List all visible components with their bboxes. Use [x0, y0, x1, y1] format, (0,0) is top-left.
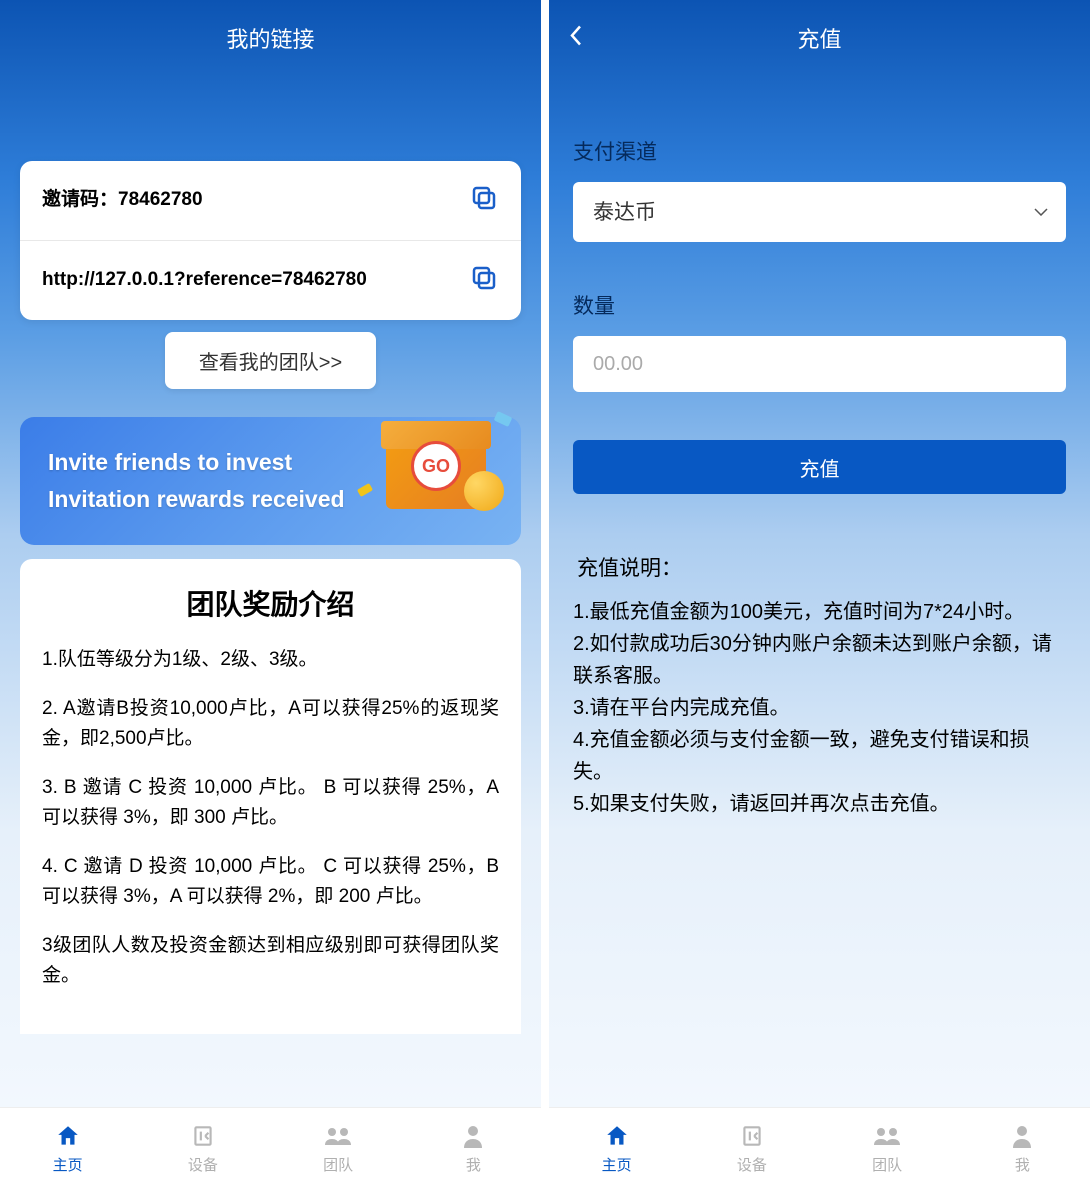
reward-item: 4. C 邀请 D 投资 10,000 卢比。 C 可以获得 25%，B 可以获…	[42, 852, 499, 911]
tabbar: 主页 设备 团队 我	[0, 1107, 541, 1189]
invite-code-text: 邀请码：78462780	[42, 186, 203, 215]
tab-device[interactable]: 设备	[684, 1108, 819, 1189]
team-icon	[323, 1122, 353, 1150]
user-icon	[1011, 1122, 1033, 1150]
device-icon	[190, 1122, 216, 1150]
banner-text: Invite friends to invest Invitation rewa…	[48, 444, 345, 518]
copy-icon[interactable]	[469, 183, 499, 218]
view-team-button[interactable]: 查看我的团队>>	[165, 332, 376, 389]
invite-url-text: http://127.0.0.1?reference=78462780	[42, 266, 367, 295]
channel-select[interactable]: 泰达币	[573, 182, 1066, 242]
screen-my-link: 我的链接 邀请码：78462780 http://127.0.0.1?refer…	[0, 0, 541, 1189]
tab-home[interactable]: 主页	[0, 1108, 135, 1189]
desc-text: 1.最低充值金额为100美元，充值时间为7*24小时。 2.如付款成功后30分钟…	[573, 596, 1066, 820]
home-icon	[55, 1122, 81, 1150]
reward-card: 团队奖励介绍 1.队伍等级分为1级、2级、3级。 2. A邀请B投资10,000…	[20, 559, 521, 1034]
desc-title: 充值说明：	[573, 552, 1066, 582]
copy-icon[interactable]	[469, 263, 499, 298]
coin-icon	[464, 471, 504, 511]
reward-title: 团队奖励介绍	[42, 583, 499, 623]
invite-banner[interactable]: Invite friends to invest Invitation rewa…	[20, 417, 521, 545]
amount-label: 数量	[573, 290, 1066, 320]
invite-code-row: 邀请码：78462780	[20, 161, 521, 240]
channel-label: 支付渠道	[573, 136, 1066, 166]
tabbar: 主页 设备 团队 我	[549, 1107, 1090, 1189]
invite-url-row: http://127.0.0.1?reference=78462780	[20, 240, 521, 320]
header: 充值	[549, 0, 1090, 76]
tab-team[interactable]: 团队	[271, 1108, 406, 1189]
header: 我的链接	[0, 0, 541, 76]
tab-home[interactable]: 主页	[549, 1108, 684, 1189]
reward-item: 3级团队人数及投资金额达到相应级别即可获得团队奖金。	[42, 931, 499, 990]
screen-recharge: 充值 支付渠道 泰达币 数量 充值 充值说明： 1.最低充值金额为100美元，充…	[549, 0, 1090, 1189]
team-icon	[872, 1122, 902, 1150]
gift-icon: GO	[376, 399, 496, 519]
tab-device[interactable]: 设备	[135, 1108, 270, 1189]
device-icon	[739, 1122, 765, 1150]
user-icon	[462, 1122, 484, 1150]
reward-item: 3. B 邀请 C 投资 10,000 卢比。 B 可以获得 25%，A 可以获…	[42, 773, 499, 832]
tab-me[interactable]: 我	[406, 1108, 541, 1189]
tab-team[interactable]: 团队	[820, 1108, 955, 1189]
invite-card: 邀请码：78462780 http://127.0.0.1?reference=…	[20, 161, 521, 320]
go-badge: GO	[411, 441, 461, 491]
recharge-button[interactable]: 充值	[573, 440, 1066, 494]
tab-me[interactable]: 我	[955, 1108, 1090, 1189]
back-button[interactable]	[569, 23, 583, 54]
home-icon	[604, 1122, 630, 1150]
reward-item: 2. A邀请B投资10,000卢比，A可以获得25%的返现奖金，即2,500卢比…	[42, 694, 499, 753]
header-title: 我的链接	[226, 22, 314, 54]
amount-input[interactable]	[573, 336, 1066, 392]
reward-item: 1.队伍等级分为1级、2级、3级。	[42, 645, 499, 674]
header-title: 充值	[797, 22, 841, 54]
